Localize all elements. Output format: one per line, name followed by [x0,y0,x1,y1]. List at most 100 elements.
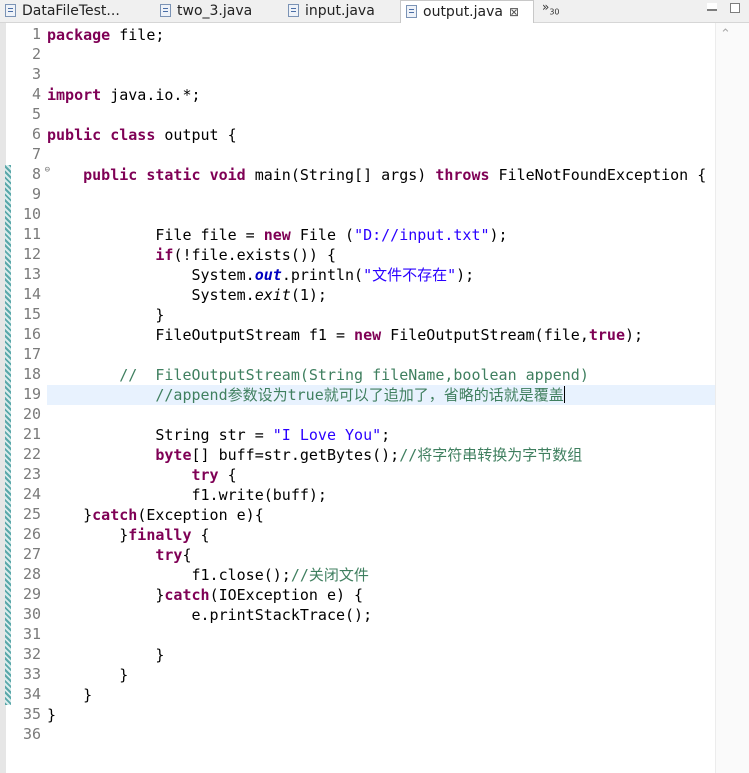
code-token: ); [456,266,475,284]
tab-label: DataFileTest... [22,3,120,19]
code-token: new [354,326,382,344]
tab-label: two_3.java [177,3,253,19]
tab-output[interactable]: output.java ⊠ [400,0,534,23]
code-token: ); [489,226,508,244]
code-line: } [47,705,712,725]
code-editor[interactable]: package file; import java.io.*; public cla… [47,25,712,745]
tab-datafiletest[interactable]: DataFileTest... [0,0,140,22]
code-line: } [47,685,712,705]
code-token: } [47,706,57,724]
hidden-tab-count: 30 [549,7,560,17]
line-number: 13 [22,265,41,283]
code-line: f1.write(buff); [47,485,712,505]
code-token: FileOutputStream(file, [381,326,589,344]
code-token: public [47,126,102,144]
java-file-icon [406,5,417,18]
vertical-scrollbar[interactable] [715,23,749,773]
code-token: try [155,546,183,564]
code-line: FileOutputStream f1 = new FileOutputStre… [47,325,712,345]
code-token: static [146,166,201,184]
code-token: "文件不存在" [363,266,457,284]
code-token: } [47,506,93,524]
code-line: // FileOutputStream(String fileName,bool… [47,365,712,385]
line-number: 10 [22,205,41,223]
code-line: String str = "I Love You"; [47,425,712,445]
line-number: 18 [22,365,41,383]
code-token: file; [110,26,165,44]
code-line: System.out.println("文件不存在"); [47,265,712,285]
code-token: "I Love You" [272,426,382,444]
line-number: 7 [31,145,41,163]
line-number: 34 [22,685,41,703]
code-line: public class output { [47,125,712,145]
close-tab-icon[interactable]: ⊠ [509,5,519,19]
java-file-icon [288,4,299,17]
scroll-up-icon[interactable]: ⌃ [720,26,731,42]
code-token: out [254,266,282,284]
line-number: 28 [22,565,41,583]
line-number: 5 [31,105,41,123]
code-line: try { [47,465,712,485]
line-number: 9 [31,185,41,203]
tab-two-3[interactable]: two_3.java [155,0,275,22]
line-number: 12 [22,245,41,263]
code-token: main(String[] args) [245,166,436,184]
text-caret [563,386,565,403]
code-token: //关闭文件 [290,566,369,584]
tab-label: input.java [305,3,375,19]
line-number: 1 [31,25,41,43]
code-token: output { [155,126,237,144]
line-number: 22 [22,445,41,463]
code-line: //append参数设为true就可以了追加了，省略的话就是覆盖 [47,385,712,405]
line-number: 36 [22,725,41,743]
code-line: f1.close();//关闭文件 [47,565,712,585]
code-line: byte[] buff=str.getBytes();//将字符串转换为字节数组 [47,445,712,465]
tab-overflow-button[interactable]: »30 [542,0,560,22]
code-line: } [47,305,712,325]
line-number: 33 [22,665,41,683]
minimize-icon[interactable] [707,3,717,11]
code-token: public [83,166,138,184]
tab-label: output.java [423,4,503,20]
code-line: } [47,665,712,685]
code-token: System. [47,266,255,284]
line-number: 4 [31,85,41,103]
code-token: (!file.exists()) { [173,246,336,264]
code-token: } [47,666,129,684]
line-number: 29 [22,585,41,603]
line-number: 17 [22,345,41,363]
code-token: //将字符串转换为字节数组 [399,446,583,464]
code-token: { [218,466,237,484]
code-line: e.printStackTrace(); [47,605,712,625]
line-number: 6 [31,125,41,143]
code-token: byte [155,446,192,464]
line-number: 24 [22,485,41,503]
code-token: (1); [290,286,327,304]
java-file-icon [160,4,171,17]
code-token: e.printStackTrace(); [47,606,373,624]
code-line: if(!file.exists()) { [47,245,712,265]
maximize-icon[interactable] [730,3,740,13]
tab-input[interactable]: input.java [283,0,393,22]
code-line: public static void main(String[] args) t… [47,165,712,185]
code-token: import [47,86,102,104]
code-token: File ( [290,226,355,244]
code-token: finally [128,526,192,544]
line-number: 8 ⊖ [31,165,50,183]
code-token: //append参数设为true就可以了追加了，省略的话就是覆盖 [47,386,564,404]
line-number: 3 [31,65,41,83]
code-token: throws [435,166,490,184]
code-line: }catch(IOException e) { [47,585,712,605]
code-token: // FileOutputStream(String fileName,bool… [47,366,589,384]
line-number: 23 [22,465,41,483]
code-token: FileOutputStream f1 = [47,326,355,344]
